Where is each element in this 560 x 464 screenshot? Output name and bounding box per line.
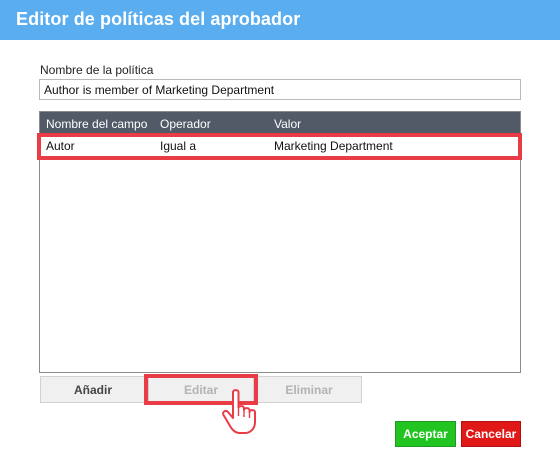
row-highlight-box — [37, 133, 522, 160]
cancel-button[interactable]: Cancelar — [461, 421, 521, 447]
title-bar: Editor de políticas del aprobador — [0, 0, 560, 40]
column-header-operator[interactable]: Operador — [160, 117, 211, 131]
approver-policy-dialog: Editor de políticas del aprobador Nombre… — [0, 0, 560, 464]
column-header-value[interactable]: Valor — [274, 117, 301, 131]
delete-button[interactable]: Eliminar — [256, 376, 362, 403]
column-header-field-name[interactable]: Nombre del campo — [46, 117, 147, 131]
policy-name-label: Nombre de la política — [40, 63, 154, 77]
dialog-title: Editor de políticas del aprobador — [16, 9, 301, 29]
hand-pointer-icon — [222, 389, 256, 434]
policy-name-input[interactable] — [39, 79, 521, 100]
ok-button[interactable]: Aceptar — [395, 421, 456, 447]
table-header: Nombre del campo Operador Valor — [40, 112, 520, 134]
add-button[interactable]: Añadir — [40, 376, 146, 403]
